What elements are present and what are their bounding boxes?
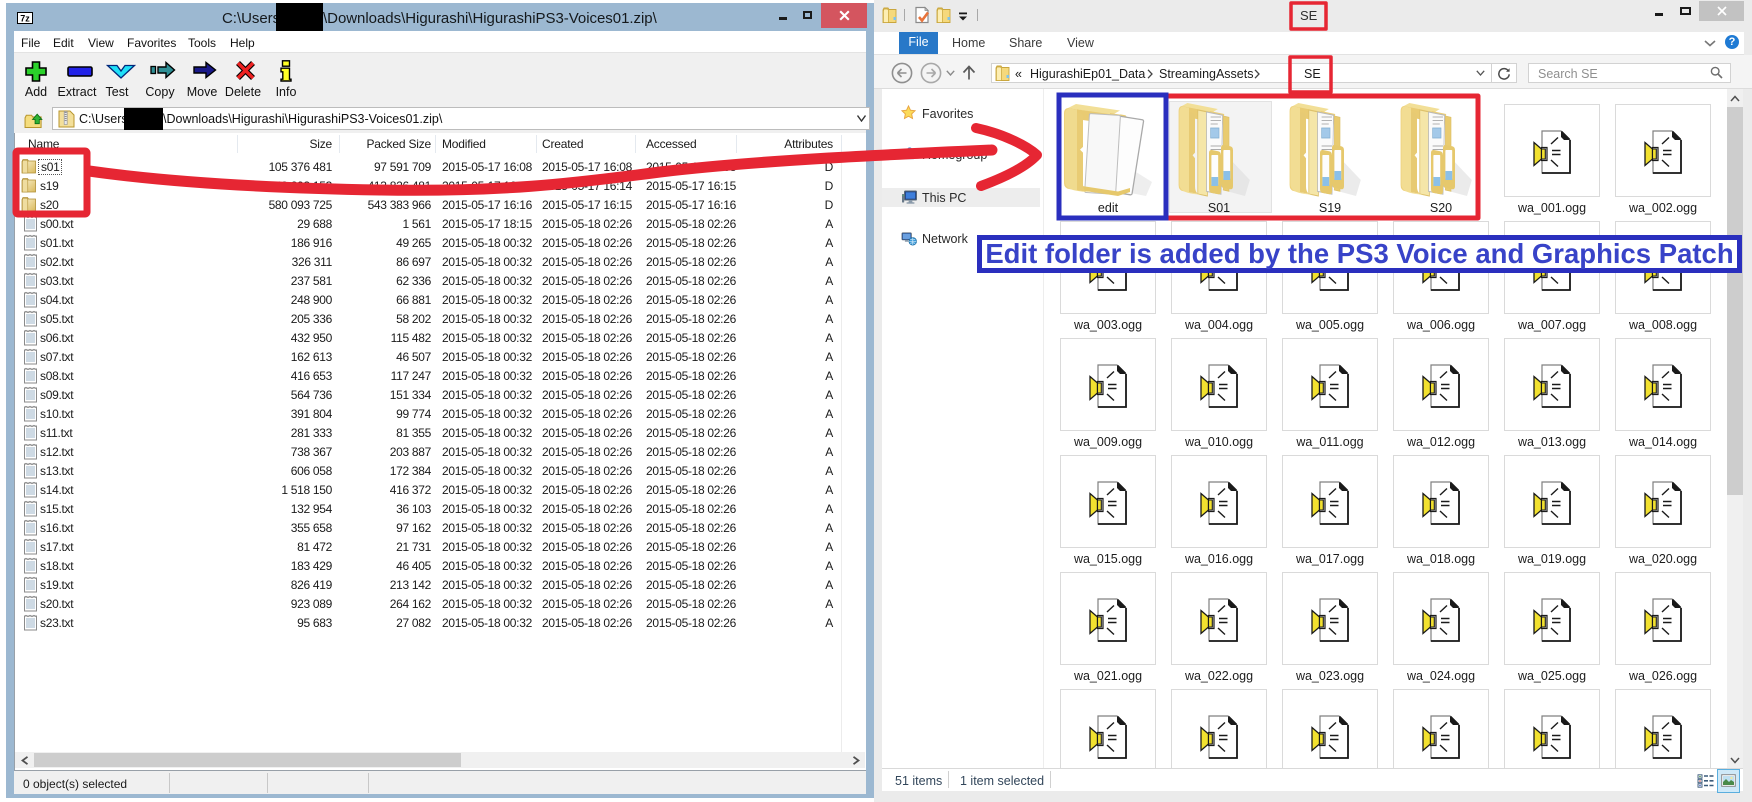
svg-text:7z: 7z bbox=[20, 14, 30, 24]
